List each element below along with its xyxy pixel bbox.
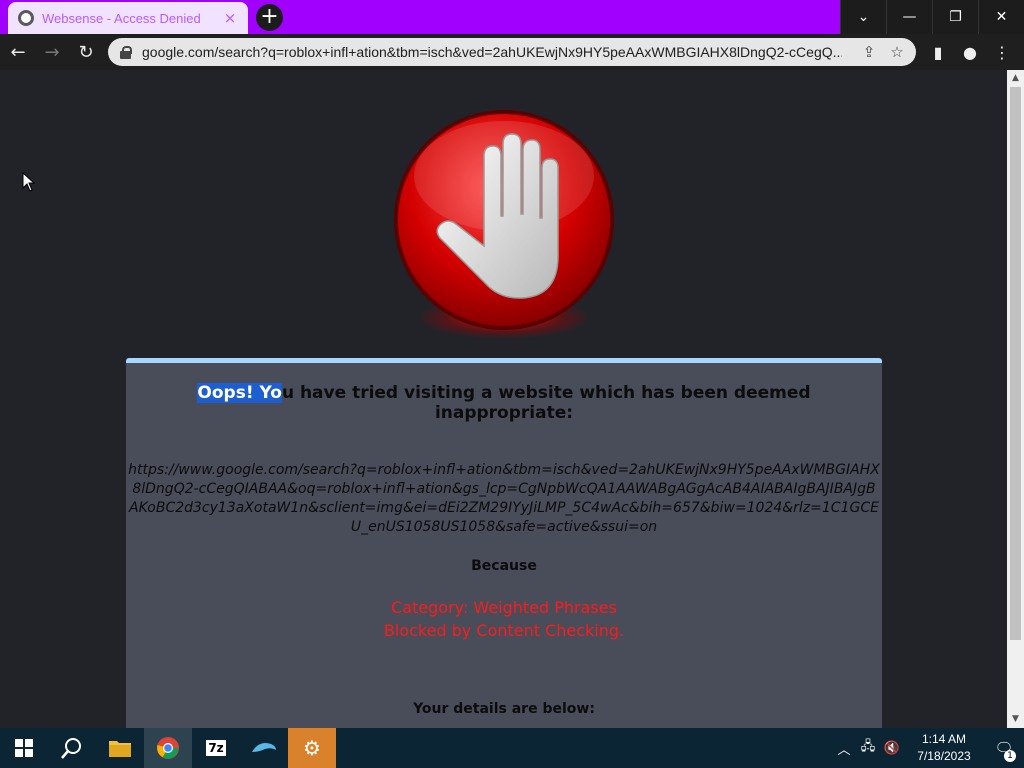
7zip-icon: 7z: [206, 740, 226, 756]
volume-muted-icon[interactable]: 🔇: [880, 741, 904, 756]
browser-toolbar: ← → ↻ google.com/search?q=roblox+infl+at…: [0, 34, 1024, 70]
scroll-thumb[interactable]: [1010, 87, 1021, 640]
tray-chevron-up-icon[interactable]: ︿: [832, 739, 856, 758]
google-favicon-icon: [18, 10, 34, 26]
toolbar-actions: ▮ ● ⋮: [922, 38, 1018, 66]
file-explorer-button[interactable]: [96, 728, 144, 768]
settings-button[interactable]: ⚙: [288, 728, 336, 768]
back-button[interactable]: ←: [2, 36, 34, 68]
chrome-button[interactable]: [144, 728, 192, 768]
network-icon[interactable]: 🖧: [856, 737, 880, 759]
start-button[interactable]: [0, 728, 48, 768]
scroll-up-icon[interactable]: ▲: [1007, 70, 1024, 87]
scroll-down-icon[interactable]: ▼: [1007, 711, 1024, 728]
lock-icon[interactable]: [120, 46, 132, 59]
stop-hand-icon: [394, 110, 614, 330]
minimize-button[interactable]: —: [886, 0, 932, 34]
vertical-scrollbar[interactable]: ▲ ▼: [1007, 70, 1024, 728]
address-bar[interactable]: google.com/search?q=roblox+infl+ation&tb…: [108, 38, 916, 66]
notification-count-badge: 1: [1004, 750, 1016, 762]
block-reason: Category: Weighted Phrases Blocked by Co…: [126, 596, 882, 642]
search-button[interactable]: [48, 728, 96, 768]
because-label: Because: [471, 558, 537, 574]
forward-button[interactable]: →: [36, 36, 68, 68]
block-message-panel: Oops! You have tried visiting a website …: [126, 358, 882, 728]
arrow-right-icon: →: [44, 41, 60, 63]
browser-title-bar: Websense - Access Denied × + ⌄ — ❐ ✕: [0, 0, 1024, 34]
browser-tab[interactable]: Websense - Access Denied ×: [8, 2, 248, 34]
block-category: Category: Weighted Phrases: [391, 598, 617, 617]
block-headline: Oops! You have tried visiting a website …: [126, 383, 882, 423]
page-content: Oops! You have tried visiting a website …: [0, 70, 1007, 728]
url-text[interactable]: google.com/search?q=roblox+infl+ation&tb…: [142, 44, 842, 60]
gear-icon: ⚙: [303, 736, 321, 760]
chrome-icon: [157, 737, 179, 759]
search-icon: [61, 738, 81, 759]
tab-close-icon[interactable]: ×: [222, 9, 238, 27]
mouse-cursor-icon: [22, 172, 36, 192]
system-tray: ︿ 🖧 🔇 1:14 AM 7/18/2023 🗨 1: [832, 728, 1024, 768]
dolphin-button[interactable]: [240, 728, 288, 768]
dolphin-icon: [252, 743, 276, 752]
blocked-url: https://www.google.com/search?q=roblox+i…: [128, 462, 880, 535]
close-window-button[interactable]: ✕: [978, 0, 1024, 34]
clock[interactable]: 1:14 AM 7/18/2023: [904, 731, 984, 765]
tab-search-button[interactable]: ⌄: [840, 0, 886, 34]
arrow-left-icon: ←: [10, 41, 26, 63]
reload-icon: ↻: [78, 41, 94, 63]
block-reason-text: Blocked by Content Checking.: [383, 621, 625, 640]
headline-rest: u have tried visiting a website which ha…: [281, 383, 811, 423]
share-icon[interactable]: ⇪: [860, 43, 878, 61]
new-tab-button[interactable]: +: [256, 4, 283, 31]
profile-icon[interactable]: ●: [954, 38, 986, 66]
reload-button[interactable]: ↻: [70, 36, 102, 68]
7zip-button[interactable]: 7z: [192, 728, 240, 768]
windows-taskbar: 7z ⚙ ︿ 🖧 🔇 1:14 AM 7/18/2023 🗨 1: [0, 728, 1024, 768]
selected-text[interactable]: Oops! Yo: [197, 383, 282, 403]
windows-logo-icon: [15, 739, 33, 757]
restore-button[interactable]: ❐: [932, 0, 978, 34]
clock-time: 1:14 AM: [921, 732, 967, 746]
folder-icon: [109, 741, 131, 757]
details-label: Your details are below:: [413, 701, 595, 717]
bookmark-star-icon[interactable]: ☆: [888, 43, 906, 61]
side-panel-icon[interactable]: ▮: [922, 38, 954, 66]
tab-title: Websense - Access Denied: [42, 10, 201, 26]
menu-icon[interactable]: ⋮: [986, 38, 1018, 66]
notification-center-button[interactable]: 🗨 1: [984, 728, 1024, 768]
window-controls: ⌄ — ❐ ✕: [840, 0, 1024, 34]
clock-date: 7/18/2023: [917, 749, 971, 763]
